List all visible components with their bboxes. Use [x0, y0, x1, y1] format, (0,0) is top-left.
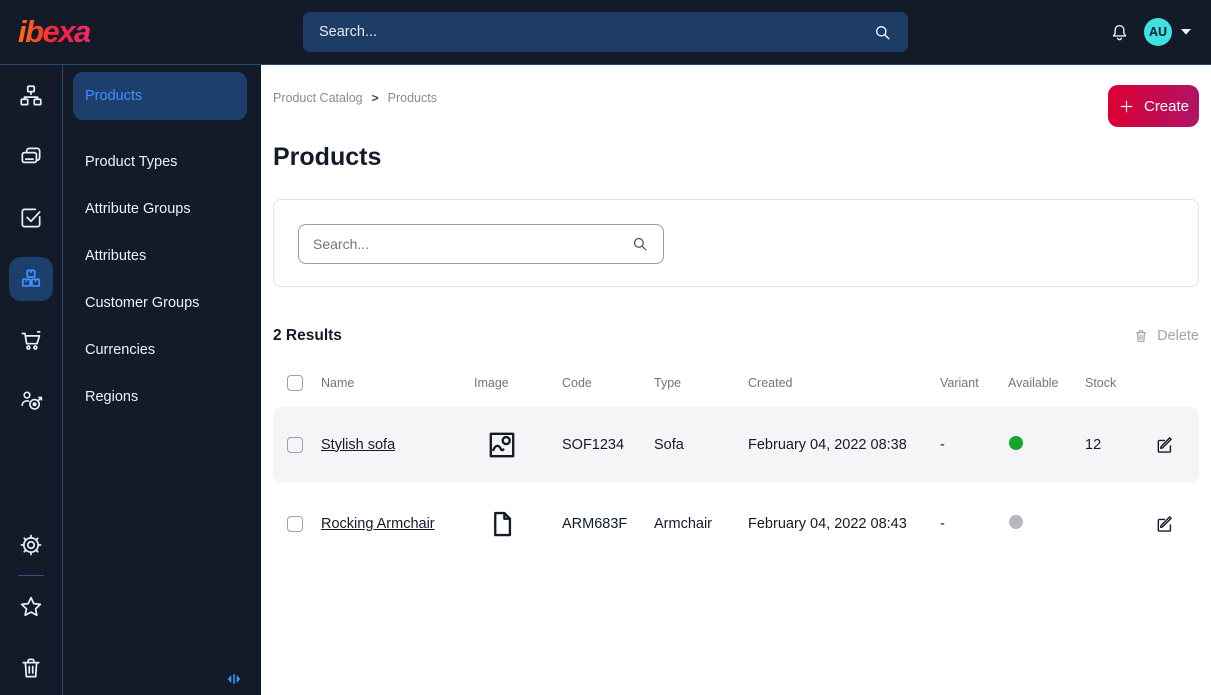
sidebar-item-attribute-groups[interactable]: Attribute Groups: [73, 185, 247, 232]
col-image: Image: [474, 376, 509, 390]
edit-icon[interactable]: [1155, 435, 1175, 455]
breadcrumb-products: Products: [387, 91, 437, 105]
trash-icon: [1133, 328, 1149, 344]
table-row: Rocking Armchair ARM683F Armchair Februa…: [273, 486, 1199, 561]
table-search-input[interactable]: [313, 236, 631, 252]
col-type: Type: [654, 376, 682, 390]
logo-container: ibexa: [0, 14, 261, 50]
product-code: ARM683F: [562, 515, 628, 532]
sidebar-item-currencies[interactable]: Currencies: [73, 326, 247, 373]
sidebar-item-products[interactable]: Products: [73, 72, 247, 120]
icon-rail: [0, 65, 63, 695]
product-type: Armchair: [654, 515, 713, 532]
edit-icon[interactable]: [1155, 514, 1175, 534]
product-catalog-icon[interactable]: [9, 257, 53, 301]
breadcrumb-separator: >: [371, 91, 379, 105]
create-button-label: Create: [1143, 97, 1190, 115]
sidebar-item-product-types[interactable]: Product Types: [73, 138, 247, 185]
select-all-checkbox[interactable]: [287, 375, 303, 391]
breadcrumb: Product Catalog > Products: [273, 91, 437, 105]
rail-divider: [18, 575, 44, 576]
star-icon[interactable]: [9, 585, 53, 629]
delete-button-label: Delete: [1157, 328, 1199, 344]
product-created: February 04, 2022 08:38: [748, 436, 907, 453]
topbar-right: AU: [1109, 18, 1211, 46]
file-icon: [474, 510, 562, 538]
avatar[interactable]: AU: [1144, 18, 1172, 46]
col-name: Name: [321, 376, 355, 390]
collapse-panel-icon[interactable]: [225, 671, 243, 687]
product-type: Sofa: [654, 436, 684, 453]
filter-card: [273, 199, 1199, 287]
products-table: Name Image Code Type Created Variant Ava…: [273, 375, 1199, 561]
sidebar-item-attributes[interactable]: Attributes: [73, 232, 247, 279]
delete-button[interactable]: Delete: [1133, 328, 1199, 344]
search-icon[interactable]: [631, 235, 649, 253]
create-button[interactable]: Create: [1108, 85, 1199, 127]
trash-icon[interactable]: [9, 646, 53, 690]
page-title: Products: [273, 143, 382, 171]
product-variant: -: [940, 436, 945, 453]
sidebar-item-customer-groups[interactable]: Customer Groups: [73, 279, 247, 326]
col-created: Created: [748, 376, 793, 390]
row-checkbox[interactable]: [287, 436, 303, 453]
table-header: Name Image Code Type Created Variant Ava…: [273, 375, 1199, 407]
sidebar-item-regions[interactable]: Regions: [73, 373, 247, 420]
icon-rail-bottom: [9, 523, 53, 695]
product-created: February 04, 2022 08:43: [748, 515, 907, 532]
col-stock: Stock: [1085, 376, 1117, 390]
product-stock: 12: [1085, 436, 1102, 453]
search-icon[interactable]: [873, 23, 892, 42]
global-search[interactable]: [303, 12, 908, 52]
plus-icon: [1118, 98, 1135, 115]
cart-icon[interactable]: [9, 318, 53, 362]
table-search[interactable]: [298, 224, 664, 264]
product-catalog-menu: Products Product Types Attribute Groups …: [63, 65, 261, 695]
main-content: Product Catalog > Products Create Produc…: [261, 65, 1211, 695]
col-available: Available: [1008, 376, 1059, 390]
image-icon: [474, 431, 562, 459]
product-link[interactable]: Rocking Armchair: [321, 516, 435, 532]
product-link[interactable]: Stylish sofa: [321, 437, 395, 453]
ibexa-logo[interactable]: ibexa: [18, 14, 91, 50]
sitemap-icon[interactable]: [9, 74, 53, 118]
product-code: SOF1234: [562, 436, 625, 453]
product-variant: -: [940, 515, 945, 532]
row-checkbox[interactable]: [287, 515, 303, 532]
topbar: ibexa AU: [0, 0, 1211, 65]
pages-icon[interactable]: [9, 135, 53, 179]
col-variant: Variant: [940, 376, 979, 390]
table-row: Stylish sofa SOF1234 Sofa February 04, 2…: [273, 407, 1199, 482]
results-count: 2 Results: [273, 327, 342, 344]
col-code: Code: [562, 376, 592, 390]
global-search-input[interactable]: [319, 24, 873, 40]
caret-down-icon[interactable]: [1181, 29, 1191, 35]
available-status-dot: [1009, 435, 1023, 450]
breadcrumb-product-catalog[interactable]: Product Catalog: [273, 91, 363, 105]
checklist-icon[interactable]: [9, 196, 53, 240]
gear-icon[interactable]: [9, 523, 53, 567]
available-status-dot: [1009, 514, 1023, 529]
customer-target-icon[interactable]: [9, 379, 53, 423]
bell-icon[interactable]: [1109, 22, 1130, 43]
